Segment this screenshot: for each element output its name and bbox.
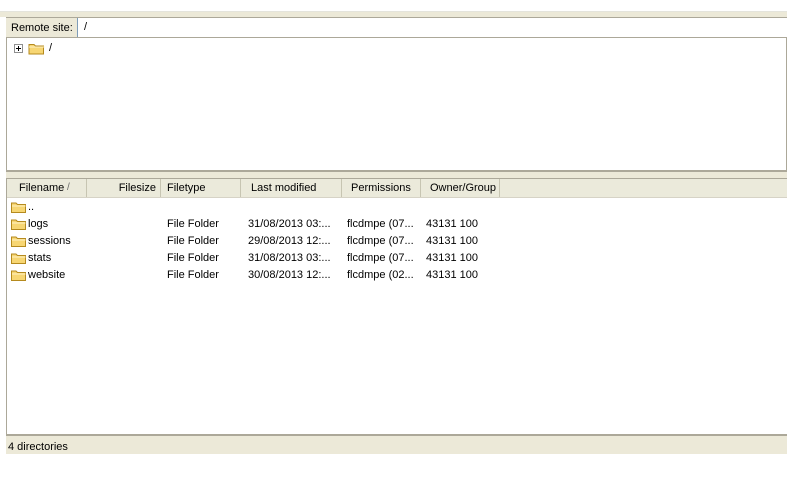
cell-owner-group: 43131 100 <box>426 218 478 230</box>
table-row[interactable]: website File Folder 30/08/2013 12:... flcdm… <box>7 267 787 284</box>
tree-root-item[interactable]: / <box>14 40 52 56</box>
column-last-modified[interactable]: Last modified <box>241 179 342 197</box>
table-row[interactable]: .. <box>7 199 787 216</box>
remote-path-input[interactable]: / <box>77 18 787 37</box>
cell-filesize <box>92 250 157 267</box>
top-strip <box>0 0 787 12</box>
cell-filetype: File Folder <box>167 252 219 264</box>
cell-permissions: flcdmpe (07... <box>347 235 414 247</box>
cell-last-modified: 31/08/2013 03:... <box>248 252 331 264</box>
tree-root-label: / <box>49 42 53 54</box>
cell-owner-group: 43131 100 <box>426 235 478 247</box>
cell-filetype: File Folder <box>167 269 219 281</box>
folder-icon <box>11 253 26 264</box>
folder-icon <box>11 202 26 213</box>
folder-icon <box>28 43 45 54</box>
column-filetype[interactable]: Filetype <box>161 179 241 197</box>
cell-last-modified <box>248 199 343 216</box>
column-filename[interactable]: Filename / <box>7 179 87 197</box>
cell-owner-group: 43131 100 <box>426 269 478 281</box>
table-row[interactable]: stats File Folder 31/08/2013 03:... flcdmpe… <box>7 250 787 267</box>
cell-permissions: flcdmpe (02... <box>347 269 414 281</box>
expand-plus-icon[interactable] <box>14 43 23 53</box>
remote-file-list: Filename / Filesize Filetype Last modifi… <box>6 178 787 435</box>
cell-last-modified: 30/08/2013 12:... <box>248 269 331 281</box>
cell-last-modified: 31/08/2013 03:... <box>248 218 331 230</box>
list-header: Filename / Filesize Filetype Last modifi… <box>7 179 787 198</box>
status-text: 4 directories <box>8 441 68 453</box>
folder-icon <box>11 219 26 230</box>
cell-permissions: flcdmpe (07... <box>347 218 414 230</box>
sort-ascending-icon: / <box>67 182 70 193</box>
folder-icon <box>11 270 26 281</box>
cell-filesize <box>92 233 157 250</box>
cell-filetype: File Folder <box>167 218 219 230</box>
table-row[interactable]: sessions File Folder 29/08/2013 12:... flcd… <box>7 233 787 250</box>
remote-site-label: Remote site: <box>11 22 73 34</box>
table-row[interactable]: logs File Folder 31/08/2013 03:... flcdmpe … <box>7 216 787 233</box>
remote-tree-pane: / <box>6 38 787 172</box>
cell-permissions: flcdmpe (07... <box>347 252 414 264</box>
cell-owner-group <box>426 199 504 216</box>
cell-filesize <box>92 216 157 233</box>
cell-last-modified: 29/08/2013 12:... <box>248 235 331 247</box>
cell-filetype: File Folder <box>167 235 219 247</box>
folder-icon <box>11 236 26 247</box>
cell-permissions <box>347 199 425 216</box>
status-bar: 4 directories <box>6 435 787 454</box>
remote-site-bar: Remote site: / <box>6 17 787 38</box>
column-filename-label: Filename <box>19 182 65 194</box>
column-permissions[interactable]: Permissions <box>342 179 421 197</box>
lower-blank <box>0 454 787 492</box>
column-owner-group[interactable]: Owner/Group <box>421 179 500 197</box>
cell-filetype <box>167 199 242 216</box>
cell-filesize <box>92 267 157 284</box>
cell-filesize <box>92 199 157 216</box>
column-filesize[interactable]: Filesize <box>87 179 161 197</box>
cell-owner-group: 43131 100 <box>426 252 478 264</box>
